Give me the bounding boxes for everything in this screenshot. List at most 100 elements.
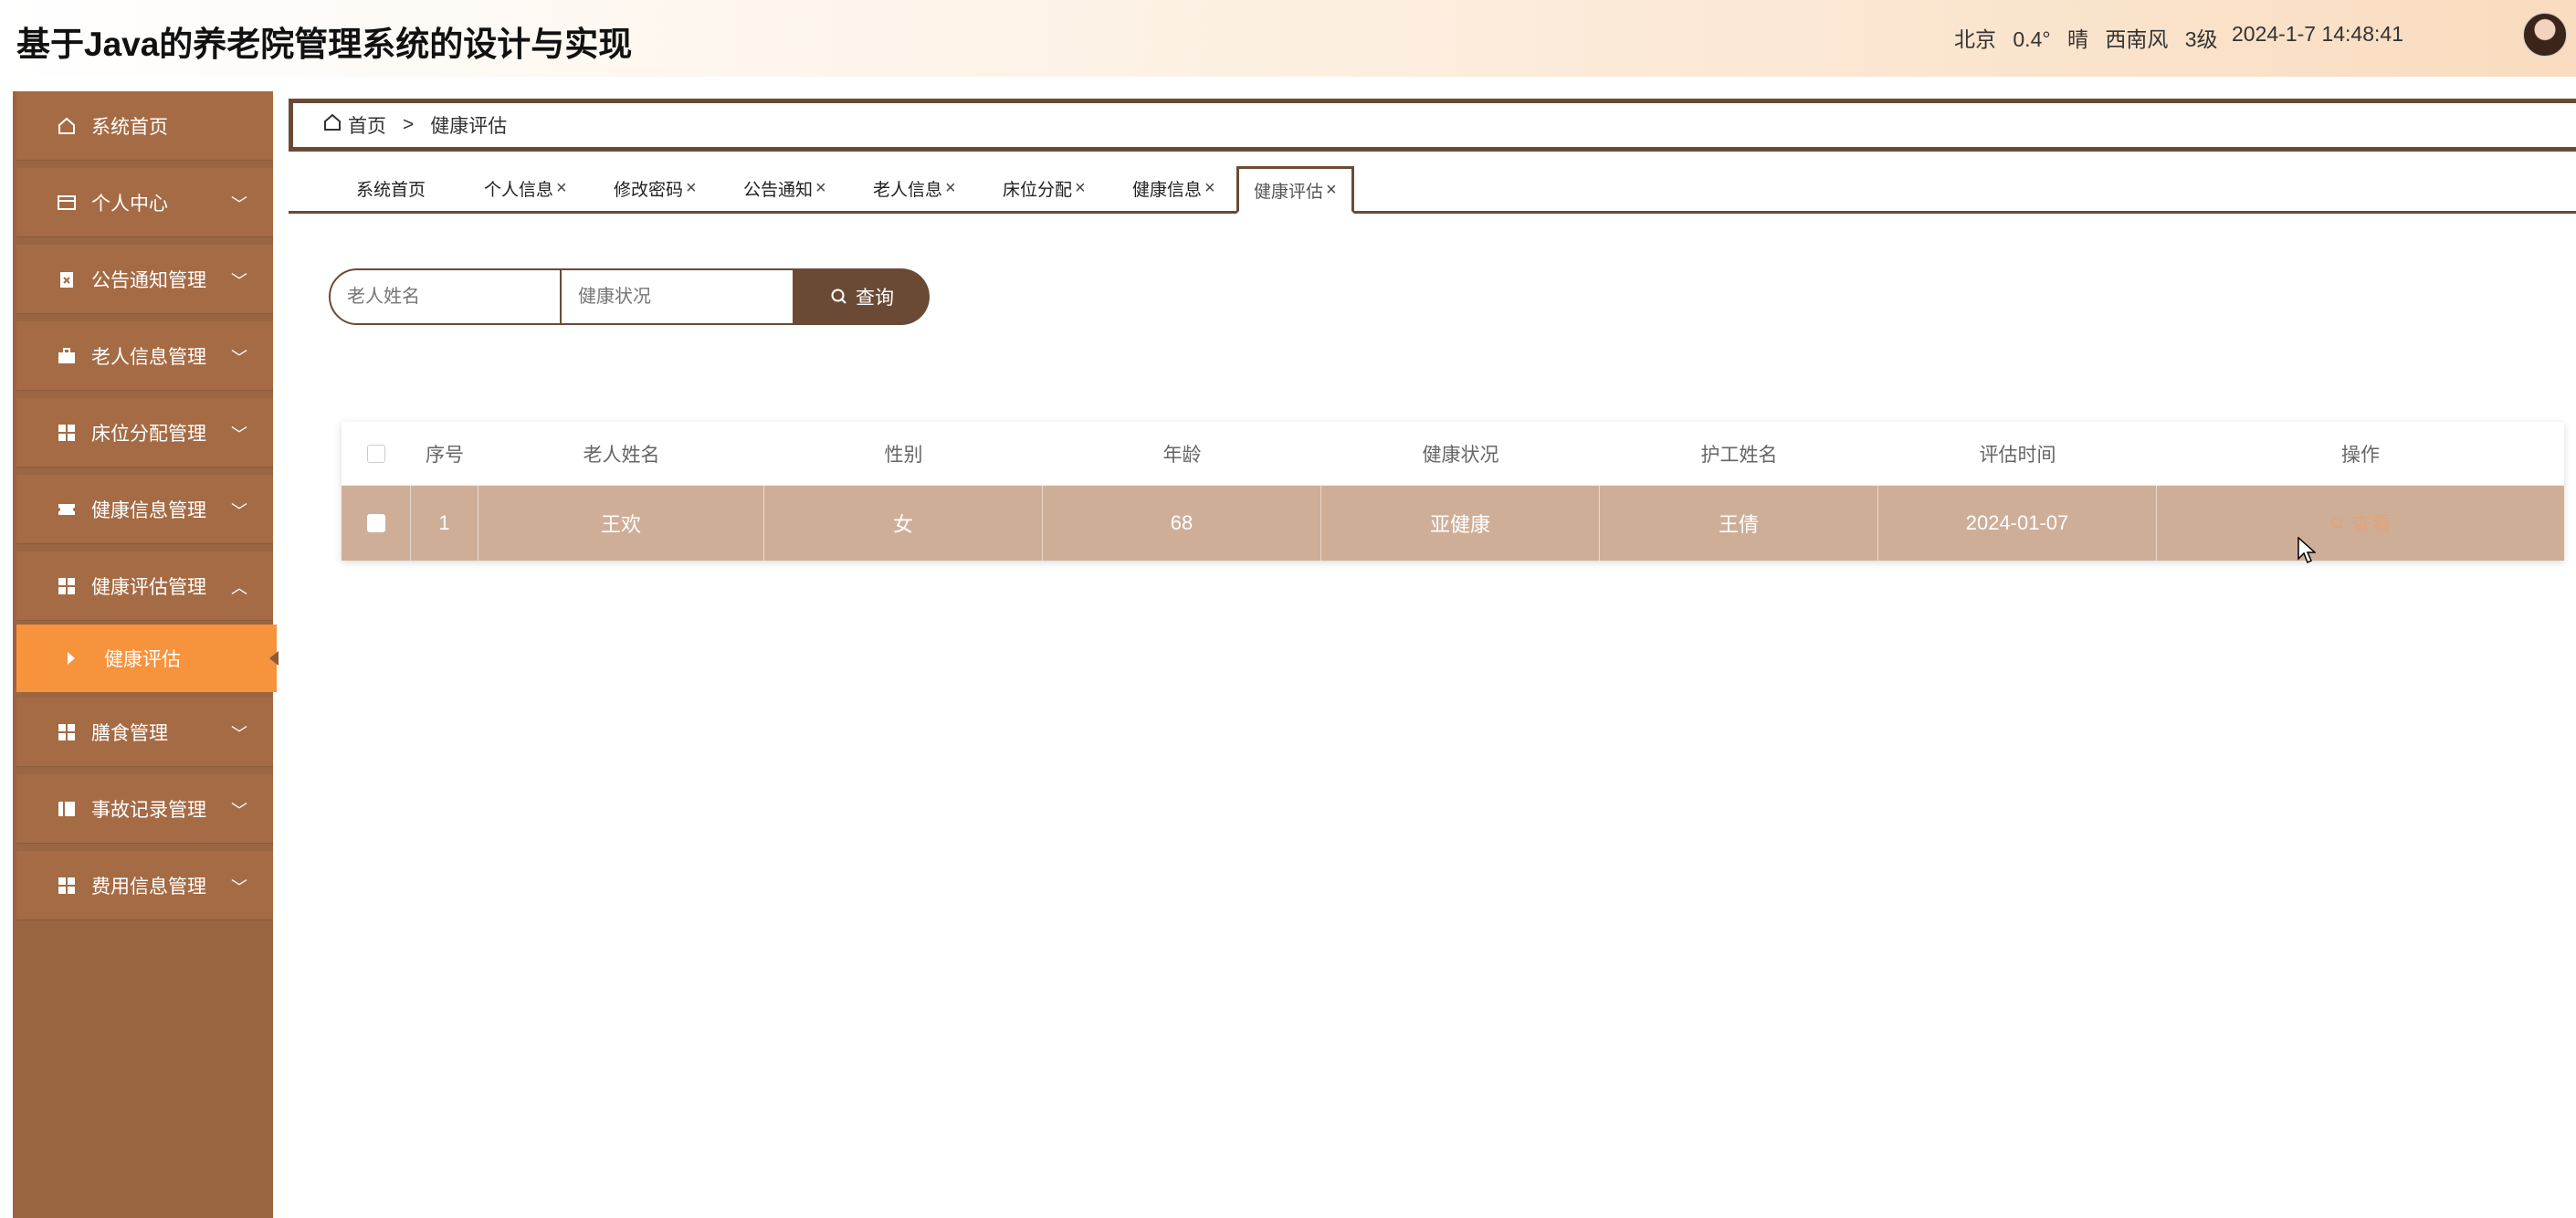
close-icon[interactable]: × [945, 178, 956, 199]
chevron-down-icon: ﹀ [231, 272, 247, 290]
search-form: 查询 [329, 268, 930, 325]
tab-bed[interactable]: 床位分配 × [1003, 166, 1086, 211]
tab-label: 床位分配 [1003, 181, 1073, 200]
sidebar-item-accident[interactable]: 事故记录管理 ﹀ [16, 774, 273, 844]
sidebar-item-label: 系统首页 [91, 116, 168, 138]
chevron-down-icon: ﹀ [231, 878, 247, 897]
tab-change-password[interactable]: 修改密码 × [614, 166, 697, 211]
avatar[interactable] [2523, 13, 2567, 57]
sidebar-item-elder[interactable]: 老人信息管理 ﹀ [16, 321, 273, 391]
sidebar-item-bed[interactable]: 床位分配管理 ﹀ [16, 398, 273, 467]
sidebar-item-label: 膳食管理 [91, 722, 168, 744]
sidebar-item-label: 老人信息管理 [91, 346, 206, 368]
sidebar-item-meal[interactable]: 膳食管理 ﹀ [16, 698, 273, 767]
row-select-cell [342, 486, 411, 561]
column-header: 健康状况 [1422, 444, 1499, 466]
tab-home[interactable]: 系统首页 [356, 166, 426, 211]
sidebar-item-label: 公告通知管理 [91, 269, 206, 291]
row-checkbox[interactable] [366, 514, 385, 532]
search-button-label: 查询 [856, 288, 894, 309]
cell-name: 王欢 [478, 486, 764, 561]
close-icon[interactable]: × [1326, 180, 1337, 201]
close-icon[interactable]: × [1204, 178, 1215, 199]
breadcrumb-current: 健康评估 [430, 116, 508, 137]
sidebar-subitem-label: 健康评估 [104, 649, 181, 670]
elder-name-input[interactable] [329, 268, 562, 325]
home-icon [57, 116, 77, 136]
search-icon [2330, 516, 2344, 530]
cell-time: 2024-01-07 [1878, 486, 2157, 561]
sidebar-item-label: 个人中心 [91, 193, 168, 215]
sidebar-subitem-health-eval[interactable]: 健康评估 [16, 625, 279, 692]
grid-icon [57, 423, 77, 443]
health-status-input[interactable] [562, 268, 794, 325]
sidebar-item-fee[interactable]: 费用信息管理 ﹀ [16, 851, 273, 920]
sidebar-item-personal[interactable]: 个人中心 ﹀ [16, 168, 273, 237]
top-header: 基于Java的养老院管理系统的设计与实现 北京 0.4° 晴 西南风 3级 20… [0, 0, 2576, 77]
tab-elder-info[interactable]: 老人信息 × [873, 166, 956, 211]
close-icon[interactable]: × [1075, 178, 1086, 199]
tab-label: 健康评估 [1254, 182, 1324, 202]
home-icon [322, 112, 342, 138]
chevron-down-icon: ﹀ [231, 195, 247, 214]
cell-sex: 女 [764, 486, 1043, 561]
sidebar: 系统首页 个人中心 ﹀ 公告通知管理 ﹀ 老人信息管理 ﹀ 床位分配管理 ﹀ 健… [13, 91, 279, 1218]
chevron-down-icon: ﹀ [231, 349, 247, 367]
active-indicator [269, 651, 279, 666]
chevron-up-icon: ︿ [231, 579, 247, 597]
close-icon[interactable]: × [815, 178, 826, 199]
tab-bar: 系统首页 个人信息 × 修改密码 × 公告通知 × 老人信息 × 床位分配 × 健康信息 ×… [289, 166, 2576, 214]
select-all-checkbox[interactable] [367, 444, 385, 463]
chevron-down-icon: ﹀ [231, 502, 247, 520]
grid-icon [57, 576, 77, 596]
sidebar-item-health-info[interactable]: 健康信息管理 ﹀ [16, 475, 273, 544]
sidebar-item-notice[interactable]: 公告通知管理 ﹀ [16, 245, 273, 314]
sidebar-item-home[interactable]: 系统首页 [16, 91, 273, 161]
tab-label: 修改密码 [614, 181, 684, 200]
search-icon [831, 289, 846, 304]
tab-notice[interactable]: 公告通知 × [743, 166, 826, 211]
clipboard-icon [57, 269, 77, 289]
search-button[interactable]: 查询 [794, 268, 930, 325]
book-icon [57, 799, 77, 819]
chevron-down-icon: ﹀ [231, 725, 247, 743]
select-all-cell [342, 422, 411, 485]
ticket-icon [57, 499, 77, 520]
close-icon[interactable]: × [686, 178, 697, 199]
briefcase-icon [57, 346, 77, 366]
caret-right-icon [68, 652, 75, 665]
tab-health-eval[interactable]: 健康评估 × [1236, 166, 1354, 214]
table-row[interactable]: 1 王欢 女 68 亚健康 王倩 2024-01-07 查看 [342, 486, 2564, 561]
tab-health-info[interactable]: 健康信息 × [1132, 166, 1215, 211]
view-label: 查看 [2350, 513, 2392, 536]
grid-icon [57, 876, 77, 896]
cell-health: 亚健康 [1321, 486, 1600, 561]
evaluation-table: 序号 老人姓名 性别 年龄 健康状况 护工姓名 评估时间 操作 1 王欢 女 6… [342, 422, 2564, 561]
sidebar-item-label: 健康信息管理 [91, 499, 206, 521]
close-icon[interactable]: × [556, 178, 567, 199]
tab-label: 老人信息 [873, 181, 943, 200]
breadcrumb-separator: > [403, 114, 415, 135]
view-button[interactable]: 查看 [2329, 509, 2392, 538]
weather-info: 北京 0.4° 晴 西南风 3级 [1954, 27, 2218, 51]
sidebar-item-health-eval[interactable]: 健康评估管理 ︿ [16, 551, 273, 621]
app-title: 基于Java的养老院管理系统的设计与实现 [16, 26, 633, 63]
table-header: 序号 老人姓名 性别 年龄 健康状况 护工姓名 评估时间 操作 [342, 422, 2564, 486]
sidebar-item-label: 费用信息管理 [91, 876, 206, 898]
sidebar-item-label: 事故记录管理 [91, 799, 206, 821]
tab-personal-info[interactable]: 个人信息 × [484, 166, 567, 211]
datetime: 2024-1-7 14:48:41 [2232, 22, 2403, 46]
mouse-cursor-icon [2297, 537, 2316, 564]
cell-index: 1 [411, 486, 478, 561]
grid-icon [57, 722, 77, 742]
column-header: 操作 [2341, 444, 2380, 466]
cell-action: 查看 [2157, 486, 2564, 561]
column-header: 性别 [884, 444, 923, 466]
tab-label: 健康信息 [1132, 181, 1203, 200]
tab-label: 系统首页 [356, 181, 426, 200]
tab-label: 个人信息 [484, 181, 554, 200]
wallet-icon [57, 193, 77, 213]
sidebar-item-label: 床位分配管理 [91, 423, 206, 445]
breadcrumb-home[interactable]: 首页 [348, 111, 386, 139]
chevron-down-icon: ﹀ [231, 425, 247, 444]
